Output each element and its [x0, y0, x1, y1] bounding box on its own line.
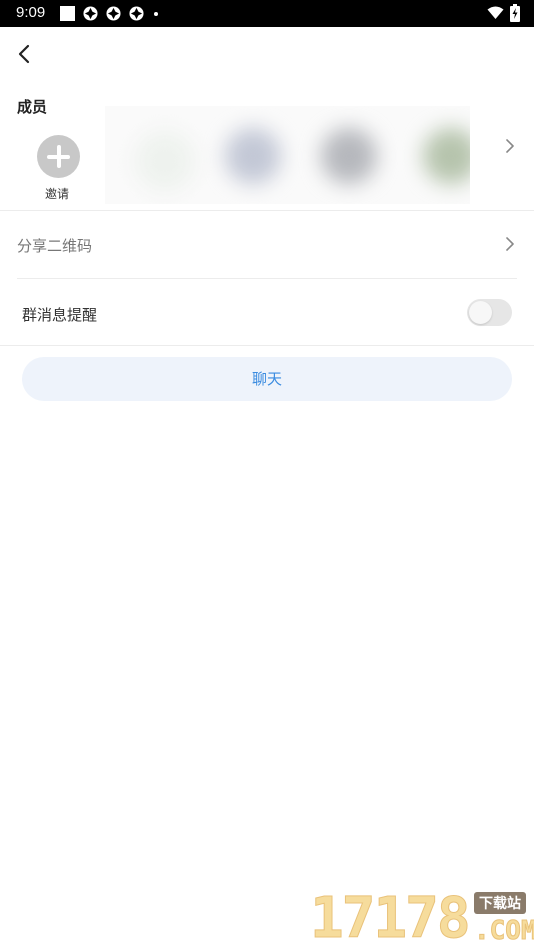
chevron-right-icon — [506, 237, 514, 251]
divider — [0, 210, 534, 211]
watermark-logo: 17178 下载站 .COM — [310, 886, 534, 950]
group-notify-toggle[interactable] — [467, 299, 512, 326]
watermark-tag: 下载站 — [474, 892, 526, 914]
wifi-icon — [487, 6, 504, 19]
status-notification-icons — [60, 5, 158, 22]
share-qr-label: 分享二维码 — [17, 237, 93, 255]
members-title: 成员 — [17, 98, 48, 116]
notification-square-icon — [60, 6, 75, 21]
members-more-button[interactable] — [505, 138, 515, 158]
back-button[interactable] — [10, 40, 38, 68]
chevron-left-icon — [18, 44, 30, 64]
status-time: 9:09 — [16, 4, 46, 21]
dot-icon — [154, 11, 158, 16]
group-notify-label: 群消息提醒 — [22, 306, 98, 324]
watermark-number: 17178 — [310, 886, 472, 950]
member-avatars[interactable] — [105, 106, 470, 204]
watermark-domain: .COM — [474, 916, 534, 947]
divider — [17, 278, 517, 279]
chat-button[interactable]: 聊天 — [22, 357, 512, 401]
avatar — [423, 128, 470, 184]
plus-icon — [37, 135, 80, 178]
status-right — [487, 4, 520, 22]
share-qr-chevron — [505, 236, 515, 256]
invite-label: 邀请 — [45, 187, 70, 201]
avatar — [225, 128, 281, 184]
status-bar: 9:09 — [0, 0, 534, 27]
invite-button[interactable] — [37, 135, 80, 178]
app-icon — [129, 6, 144, 21]
app-icon — [83, 6, 98, 21]
avatar — [135, 131, 195, 191]
divider — [0, 345, 534, 346]
chevron-right-icon — [506, 139, 514, 153]
app-icon — [106, 6, 121, 21]
toggle-knob — [469, 301, 492, 324]
battery-charging-icon — [510, 4, 520, 22]
avatar — [321, 128, 377, 184]
